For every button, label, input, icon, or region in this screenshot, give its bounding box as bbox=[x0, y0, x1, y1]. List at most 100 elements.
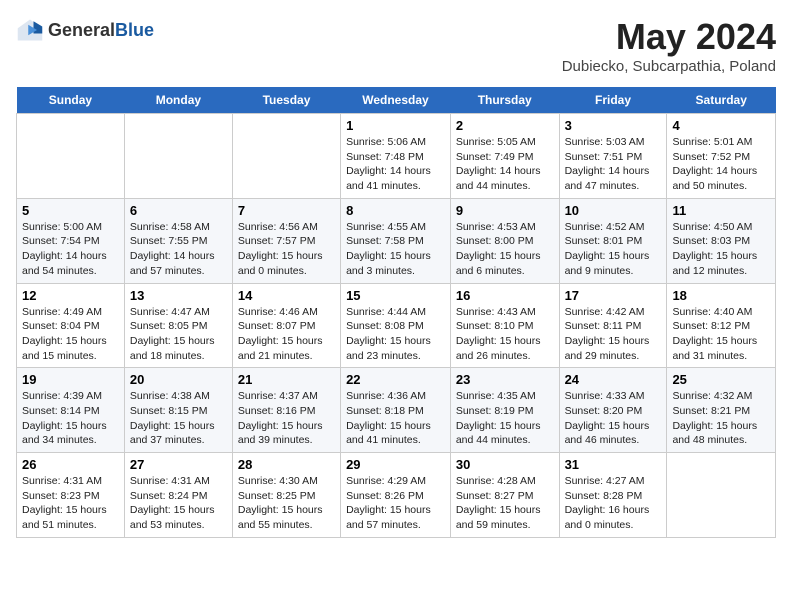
cell-content: Sunrise: 4:36 AM Sunset: 8:18 PM Dayligh… bbox=[346, 389, 445, 448]
calendar-week-2: 5Sunrise: 5:00 AM Sunset: 7:54 PM Daylig… bbox=[17, 198, 776, 283]
date-number: 24 bbox=[565, 372, 662, 387]
calendar-cell: 7 Sunrise: 4:56 AM Sunset: 7:57 PM Daylig… bbox=[232, 198, 340, 283]
calendar-cell: 13 Sunrise: 4:47 AM Sunset: 8:05 PM Dayli… bbox=[124, 283, 232, 368]
calendar-location: Dubiecko, Subcarpathia, Poland bbox=[562, 58, 776, 75]
calendar-cell: 26 Sunrise: 4:31 AM Sunset: 8:23 PM Dayli… bbox=[17, 453, 125, 538]
calendar-table: SundayMondayTuesdayWednesdayThursdayFrid… bbox=[16, 87, 776, 538]
calendar-cell: 23 Sunrise: 4:35 AM Sunset: 8:19 PM Dayli… bbox=[450, 368, 559, 453]
date-number: 5 bbox=[22, 203, 119, 218]
calendar-cell: 14Sunrise: 4:46 AM Sunset: 8:07 PM Dayli… bbox=[232, 283, 340, 368]
logo-blue: Blue bbox=[115, 20, 154, 40]
calendar-cell: 27Sunrise: 4:31 AM Sunset: 8:24 PM Dayli… bbox=[124, 453, 232, 538]
date-number: 31 bbox=[565, 457, 662, 472]
date-number: 19 bbox=[22, 372, 119, 387]
calendar-cell: 24 Sunrise: 4:33 AM Sunset: 8:20 PM Dayli… bbox=[559, 368, 667, 453]
cell-content: Sunrise: 4:50 AM Sunset: 8:03 PM Dayligh… bbox=[672, 220, 770, 279]
cell-content: Sunrise: 4:49 AM Sunset: 8:04 PM Dayligh… bbox=[22, 305, 119, 364]
calendar-cell: 12 Sunrise: 4:49 AM Sunset: 8:04 PM Dayli… bbox=[17, 283, 125, 368]
page-header: GeneralBlue May 2024 Dubiecko, Subcarpat… bbox=[16, 16, 776, 75]
calendar-cell bbox=[232, 114, 340, 199]
calendar-cell: 1Sunrise: 5:06 AM Sunset: 7:48 PM Daylig… bbox=[341, 114, 451, 199]
logo-text: GeneralBlue bbox=[48, 20, 154, 41]
cell-content: Sunrise: 4:53 AM Sunset: 8:00 PM Dayligh… bbox=[456, 220, 554, 279]
calendar-cell: 20 Sunrise: 4:38 AM Sunset: 8:15 PM Dayli… bbox=[124, 368, 232, 453]
cell-content: Sunrise: 4:58 AM Sunset: 7:55 PM Dayligh… bbox=[130, 220, 227, 279]
date-number: 7 bbox=[238, 203, 335, 218]
date-number: 21 bbox=[238, 372, 335, 387]
calendar-cell bbox=[17, 114, 125, 199]
cell-content: Sunrise: 5:01 AM Sunset: 7:52 PM Dayligh… bbox=[672, 135, 770, 194]
calendar-cell: 17 Sunrise: 4:42 AM Sunset: 8:11 PM Dayli… bbox=[559, 283, 667, 368]
cell-content: Sunrise: 4:29 AM Sunset: 8:26 PM Dayligh… bbox=[346, 474, 445, 533]
cell-content: Sunrise: 5:06 AM Sunset: 7:48 PM Dayligh… bbox=[346, 135, 445, 194]
cell-content: Sunrise: 5:05 AM Sunset: 7:49 PM Dayligh… bbox=[456, 135, 554, 194]
cell-content: Sunrise: 4:33 AM Sunset: 8:20 PM Dayligh… bbox=[565, 389, 662, 448]
cell-content: Sunrise: 4:37 AM Sunset: 8:16 PM Dayligh… bbox=[238, 389, 335, 448]
calendar-cell: 11 Sunrise: 4:50 AM Sunset: 8:03 PM Dayli… bbox=[667, 198, 776, 283]
calendar-cell: 3 Sunrise: 5:03 AM Sunset: 7:51 PM Daylig… bbox=[559, 114, 667, 199]
calendar-cell: 28 Sunrise: 4:30 AM Sunset: 8:25 PM Dayli… bbox=[232, 453, 340, 538]
calendar-title: May 2024 bbox=[562, 16, 776, 58]
date-number: 23 bbox=[456, 372, 554, 387]
calendar-cell: 31 Sunrise: 4:27 AM Sunset: 8:28 PM Dayli… bbox=[559, 453, 667, 538]
weekday-header-row: SundayMondayTuesdayWednesdayThursdayFrid… bbox=[17, 87, 776, 114]
cell-content: Sunrise: 4:47 AM Sunset: 8:05 PM Dayligh… bbox=[130, 305, 227, 364]
date-number: 13 bbox=[130, 288, 227, 303]
cell-content: Sunrise: 4:31 AM Sunset: 8:24 PM Dayligh… bbox=[130, 474, 227, 533]
cell-content: Sunrise: 4:38 AM Sunset: 8:15 PM Dayligh… bbox=[130, 389, 227, 448]
cell-content: Sunrise: 4:46 AM Sunset: 8:07 PM Dayligh… bbox=[238, 305, 335, 364]
calendar-cell: 19Sunrise: 4:39 AM Sunset: 8:14 PM Dayli… bbox=[17, 368, 125, 453]
calendar-week-4: 19Sunrise: 4:39 AM Sunset: 8:14 PM Dayli… bbox=[17, 368, 776, 453]
cell-content: Sunrise: 5:03 AM Sunset: 7:51 PM Dayligh… bbox=[565, 135, 662, 194]
date-number: 17 bbox=[565, 288, 662, 303]
calendar-week-1: 1Sunrise: 5:06 AM Sunset: 7:48 PM Daylig… bbox=[17, 114, 776, 199]
calendar-cell: 18Sunrise: 4:40 AM Sunset: 8:12 PM Dayli… bbox=[667, 283, 776, 368]
weekday-header-sunday: Sunday bbox=[17, 87, 125, 114]
cell-content: Sunrise: 4:56 AM Sunset: 7:57 PM Dayligh… bbox=[238, 220, 335, 279]
date-number: 6 bbox=[130, 203, 227, 218]
cell-content: Sunrise: 4:27 AM Sunset: 8:28 PM Dayligh… bbox=[565, 474, 662, 533]
cell-content: Sunrise: 4:32 AM Sunset: 8:21 PM Dayligh… bbox=[672, 389, 770, 448]
date-number: 11 bbox=[672, 203, 770, 218]
weekday-header-tuesday: Tuesday bbox=[232, 87, 340, 114]
date-number: 8 bbox=[346, 203, 445, 218]
calendar-cell: 30Sunrise: 4:28 AM Sunset: 8:27 PM Dayli… bbox=[450, 453, 559, 538]
weekday-header-friday: Friday bbox=[559, 87, 667, 114]
cell-content: Sunrise: 4:55 AM Sunset: 7:58 PM Dayligh… bbox=[346, 220, 445, 279]
cell-content: Sunrise: 4:42 AM Sunset: 8:11 PM Dayligh… bbox=[565, 305, 662, 364]
calendar-cell: 2 Sunrise: 5:05 AM Sunset: 7:49 PM Daylig… bbox=[450, 114, 559, 199]
weekday-header-wednesday: Wednesday bbox=[341, 87, 451, 114]
date-number: 29 bbox=[346, 457, 445, 472]
date-number: 26 bbox=[22, 457, 119, 472]
calendar-cell bbox=[667, 453, 776, 538]
logo-general: General bbox=[48, 20, 115, 40]
date-number: 3 bbox=[565, 118, 662, 133]
cell-content: Sunrise: 4:31 AM Sunset: 8:23 PM Dayligh… bbox=[22, 474, 119, 533]
cell-content: Sunrise: 4:30 AM Sunset: 8:25 PM Dayligh… bbox=[238, 474, 335, 533]
title-block: May 2024 Dubiecko, Subcarpathia, Poland bbox=[562, 16, 776, 75]
date-number: 28 bbox=[238, 457, 335, 472]
calendar-cell: 29 Sunrise: 4:29 AM Sunset: 8:26 PM Dayli… bbox=[341, 453, 451, 538]
date-number: 10 bbox=[565, 203, 662, 218]
calendar-cell: 15Sunrise: 4:44 AM Sunset: 8:08 PM Dayli… bbox=[341, 283, 451, 368]
logo: GeneralBlue bbox=[16, 16, 154, 44]
cell-content: Sunrise: 4:35 AM Sunset: 8:19 PM Dayligh… bbox=[456, 389, 554, 448]
calendar-week-5: 26 Sunrise: 4:31 AM Sunset: 8:23 PM Dayli… bbox=[17, 453, 776, 538]
calendar-cell: 4 Sunrise: 5:01 AM Sunset: 7:52 PM Daylig… bbox=[667, 114, 776, 199]
date-number: 9 bbox=[456, 203, 554, 218]
cell-content: Sunrise: 4:52 AM Sunset: 8:01 PM Dayligh… bbox=[565, 220, 662, 279]
date-number: 4 bbox=[672, 118, 770, 133]
date-number: 12 bbox=[22, 288, 119, 303]
calendar-cell: 21 Sunrise: 4:37 AM Sunset: 8:16 PM Dayli… bbox=[232, 368, 340, 453]
date-number: 20 bbox=[130, 372, 227, 387]
date-number: 22 bbox=[346, 372, 445, 387]
date-number: 16 bbox=[456, 288, 554, 303]
calendar-cell bbox=[124, 114, 232, 199]
date-number: 2 bbox=[456, 118, 554, 133]
logo-icon bbox=[16, 16, 44, 44]
cell-content: Sunrise: 4:43 AM Sunset: 8:10 PM Dayligh… bbox=[456, 305, 554, 364]
date-number: 18 bbox=[672, 288, 770, 303]
calendar-cell: 16 Sunrise: 4:43 AM Sunset: 8:10 PM Dayli… bbox=[450, 283, 559, 368]
date-number: 25 bbox=[672, 372, 770, 387]
calendar-week-3: 12 Sunrise: 4:49 AM Sunset: 8:04 PM Dayli… bbox=[17, 283, 776, 368]
